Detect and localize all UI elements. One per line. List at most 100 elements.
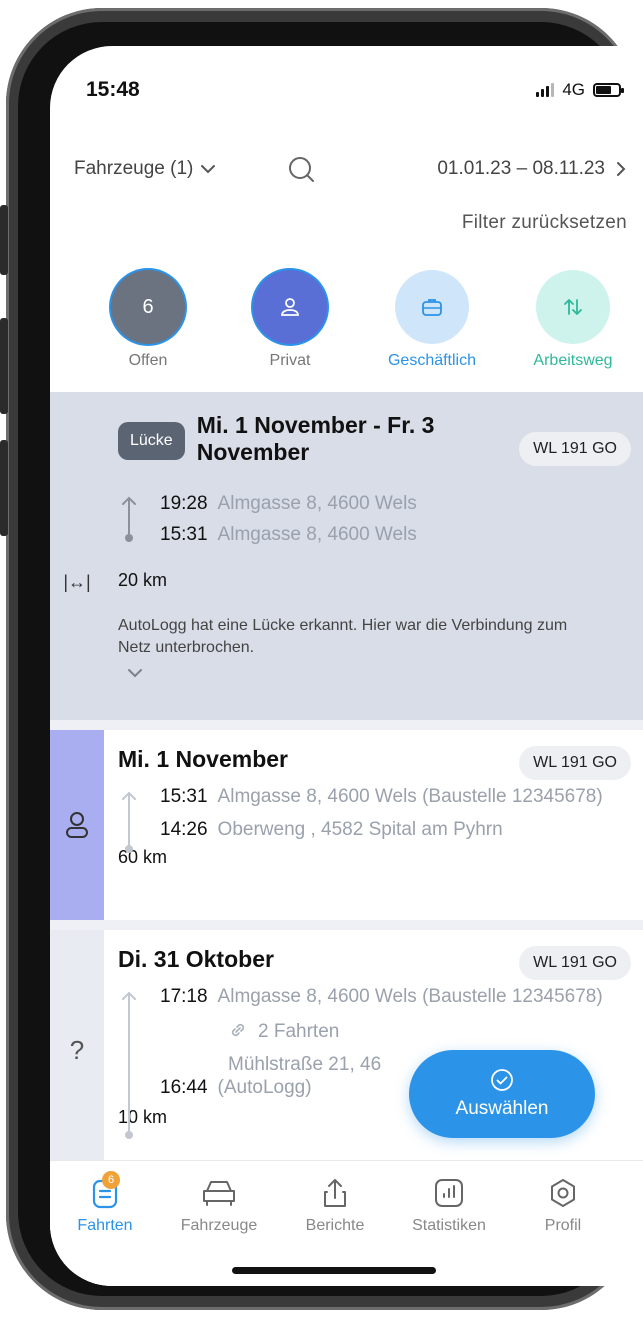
chip-offen[interactable]: 6 Offen <box>88 270 208 370</box>
app-screen: 15:48 4G Fahrzeuge (1) 01.01.23 – 08.11.… <box>50 46 643 1286</box>
tab-statistiken[interactable]: Statistiken <box>394 1175 504 1235</box>
chip-label: Privat <box>269 352 311 369</box>
chip-privat[interactable]: Privat <box>230 270 350 370</box>
route-time: 14:26 <box>160 819 208 840</box>
side-button <box>0 440 8 536</box>
chevron-right-icon <box>617 162 626 176</box>
route-address: Almgasse 8, 4600 Wels <box>217 493 417 514</box>
route-address: Almgasse 8, 4600 Wels (Baustelle 1234567… <box>217 786 603 807</box>
category-strip-open[interactable]: ? <box>50 930 104 1170</box>
side-button <box>0 318 8 414</box>
route-address: Oberweng , 4582 Spital am Pyhrn <box>217 819 503 840</box>
chip-arbeitsweg[interactable]: Arbeitsweg <box>513 270 633 370</box>
reset-filter-link[interactable]: Filter zurücksetzen <box>462 212 627 234</box>
vehicle-plate: WL 191 GO <box>519 746 631 780</box>
route-address: Mühlstraße 21, 46 <box>228 1054 382 1075</box>
trips-icon: 6 <box>50 1171 160 1211</box>
trip-card[interactable]: Mi. 1 November WL 191 GO 15:31 Almgasse … <box>50 730 643 920</box>
network-label: 4G <box>562 80 585 99</box>
category-chips: 6 Offen Privat Geschäftlich Arbeitsweg <box>50 270 643 380</box>
side-button <box>0 205 8 275</box>
chevron-down-icon <box>201 165 216 174</box>
route-row-end: 15:31 Almgasse 8, 4600 Wels (Baustelle 1… <box>118 785 631 808</box>
date-range-label: 01.01.23 – 08.11.23 <box>437 158 605 179</box>
person-icon <box>281 298 299 316</box>
route-address: (AutoLogg) <box>217 1077 312 1098</box>
route-time: 17:18 <box>160 986 208 1007</box>
route-row-end: 19:28 Almgasse 8, 4600 Wels <box>118 492 631 515</box>
car-icon <box>164 1175 274 1211</box>
chart-icon <box>394 1175 504 1211</box>
gap-card[interactable]: |↔| Lücke Mi. 1 November - Fr. 3 Novembe… <box>50 392 643 720</box>
vehicles-dropdown[interactable]: Fahrzeuge (1) <box>74 158 217 180</box>
gap-side-icon: |↔| <box>50 562 104 602</box>
gap-card-body: Lücke Mi. 1 November - Fr. 3 November WL… <box>118 412 631 684</box>
question-icon: ? <box>69 1034 85 1065</box>
tab-fahrten[interactable]: 6 Fahrten <box>50 1171 160 1235</box>
tab-label: Statistiken <box>412 1217 486 1234</box>
search-icon[interactable] <box>288 156 316 184</box>
vehicle-plate: WL 191 GO <box>519 432 631 466</box>
status-indicators: 4G <box>536 80 624 100</box>
category-strip-privat[interactable] <box>50 730 104 920</box>
trips-badge: 6 <box>102 1171 120 1189</box>
status-bar: 15:48 4G <box>50 46 643 136</box>
route-row-start: 15:31 Almgasse 8, 4600 Wels <box>118 523 631 546</box>
chip-geschaeftlich[interactable]: Geschäftlich <box>372 270 492 370</box>
home-indicator <box>232 1267 436 1274</box>
tab-berichte[interactable]: Berichte <box>280 1175 390 1235</box>
trip-distance: 60 km <box>118 847 168 867</box>
tab-label: Berichte <box>305 1217 365 1234</box>
chip-label: Arbeitsweg <box>533 352 613 369</box>
vehicles-dropdown-label: Fahrzeuge (1) <box>74 158 194 179</box>
trip-route: 15:31 Almgasse 8, 4600 Wels (Baustelle 1… <box>118 785 631 853</box>
route-row-end: 17:18 Almgasse 8, 4600 Wels (Baustelle 1… <box>118 985 631 1008</box>
vehicle-plate: WL 191 GO <box>519 946 631 980</box>
arrow-up-icon <box>122 791 136 853</box>
gap-side-icon-glyph: |↔| <box>63 571 91 592</box>
trip-list: |↔| Lücke Mi. 1 November - Fr. 3 Novembe… <box>50 392 643 1286</box>
chip-arbeitsweg-circle <box>536 270 610 344</box>
battery-icon <box>593 83 624 97</box>
hexagon-profile-icon <box>508 1175 618 1211</box>
status-time: 15:48 <box>86 78 140 101</box>
arrows-updown-icon <box>564 299 582 315</box>
tab-label: Profil <box>544 1217 582 1234</box>
share-icon <box>280 1175 390 1211</box>
trip-card-body: Mi. 1 November WL 191 GO 15:31 Almgasse … <box>118 746 631 868</box>
arrow-up-icon <box>122 991 136 1139</box>
route-address: Almgasse 8, 4600 Wels (Baustelle 1234567… <box>217 986 603 1007</box>
tab-label: Fahrzeuge <box>180 1217 258 1234</box>
chip-offen-count: 6 <box>142 295 154 318</box>
route-address: Almgasse 8, 4600 Wels <box>217 524 417 545</box>
signal-icon <box>536 83 555 97</box>
route-time: 16:44 <box>160 1077 208 1098</box>
select-button-label: Auswählen <box>455 1098 549 1119</box>
gap-message: AutoLogg hat eine Lücke erkannt. Hier wa… <box>118 617 568 656</box>
chip-offen-circle: 6 <box>111 270 185 344</box>
arrow-up-icon <box>122 496 136 542</box>
chevron-down-icon[interactable] <box>126 667 144 679</box>
chip-label: Geschäftlich <box>387 352 477 369</box>
tab-profil[interactable]: Profil <box>508 1175 618 1235</box>
linked-trips-label: 2 Fahrten <box>258 1021 340 1042</box>
date-range-selector[interactable]: 01.01.23 – 08.11.23 <box>437 158 627 180</box>
chip-label: Offen <box>128 352 168 369</box>
gap-title: Mi. 1 November - Fr. 3 November <box>196 412 435 465</box>
chip-privat-circle <box>253 270 327 344</box>
route-time: 15:31 <box>160 524 208 545</box>
select-button[interactable]: Auswählen <box>409 1050 595 1138</box>
gap-badge: Lücke <box>118 422 185 460</box>
tab-bar: 6 Fahrten Fahrzeuge Berichte Statistiken <box>50 1160 643 1286</box>
route-time: 19:28 <box>160 493 208 514</box>
route-row-start: 14:26 Oberweng , 4582 Spital am Pyhrn <box>118 818 631 841</box>
filter-row: Fahrzeuge (1) 01.01.23 – 08.11.23 <box>50 156 643 198</box>
linked-trips[interactable]: 2 Fahrten <box>118 1020 631 1043</box>
tab-label: Fahrten <box>77 1217 133 1234</box>
tab-fahrzeuge[interactable]: Fahrzeuge <box>164 1175 274 1235</box>
check-circle-icon <box>491 1069 513 1091</box>
person-icon <box>66 812 88 838</box>
chip-geschaeftlich-circle <box>395 270 469 344</box>
trip-distance: 20 km <box>118 570 168 590</box>
link-icon <box>231 1023 245 1037</box>
